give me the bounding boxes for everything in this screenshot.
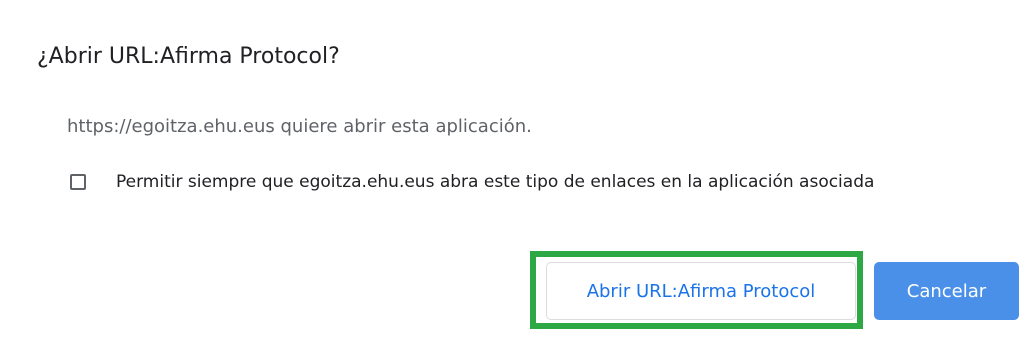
dialog-message: https://egoitza.ehu.eus quiere abrir est… (67, 116, 532, 137)
dialog-title: ¿Abrir URL:Afirma Protocol? (37, 44, 340, 69)
always-allow-label[interactable]: Permitir siempre que egoitza.ehu.eus abr… (116, 172, 874, 192)
cancel-button[interactable]: Cancelar (874, 262, 1019, 320)
open-protocol-button[interactable]: Abrir URL:Afirma Protocol (546, 262, 856, 320)
protocol-dialog: ¿Abrir URL:Afirma Protocol? https://egoi… (0, 0, 1035, 346)
always-allow-row[interactable]: Permitir siempre que egoitza.ehu.eus abr… (70, 170, 874, 194)
always-allow-checkbox[interactable] (70, 174, 86, 190)
